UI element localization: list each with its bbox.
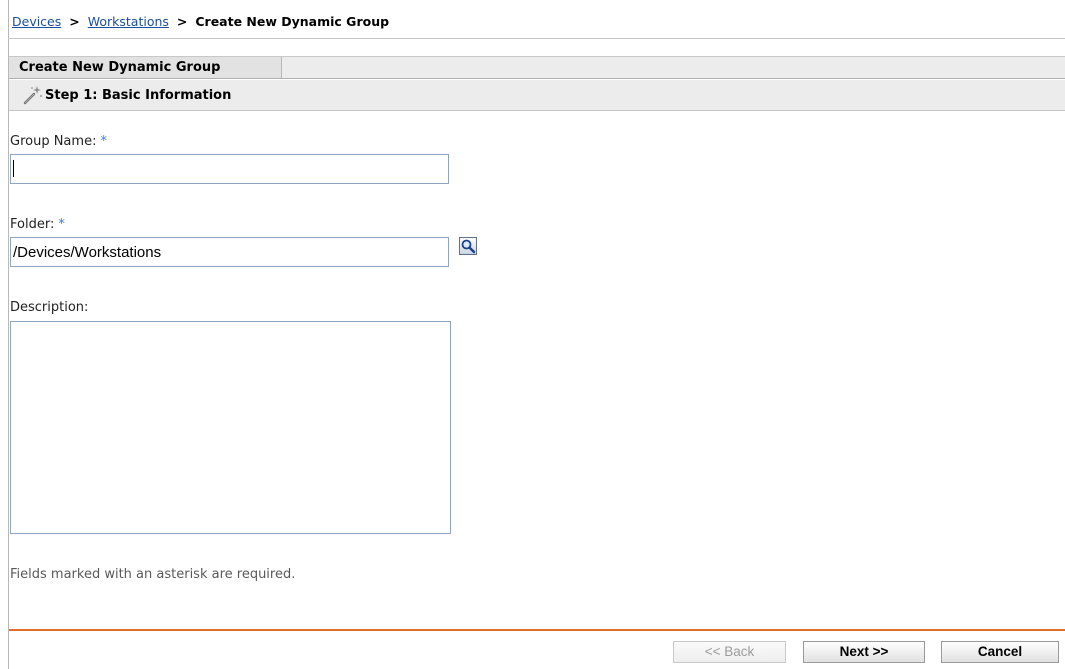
folder-browse-button[interactable] — [459, 237, 477, 255]
group-name-label-text: Group Name: — [10, 134, 97, 149]
breadcrumb: Devices > Workstations > Create New Dyna… — [12, 14, 389, 29]
group-name-label: Group Name: * — [10, 134, 107, 149]
breadcrumb-separator: > — [176, 14, 188, 29]
group-name-input[interactable] — [10, 154, 449, 184]
breadcrumb-link-workstations[interactable]: Workstations — [88, 14, 169, 29]
description-textarea[interactable] — [10, 321, 451, 534]
required-asterisk: * — [100, 134, 107, 149]
folder-input[interactable] — [10, 237, 449, 267]
breadcrumb-link-devices[interactable]: Devices — [12, 14, 61, 29]
description-label: Description: — [10, 300, 89, 315]
folder-label-text: Folder: — [10, 217, 55, 232]
step-header: Step 1: Basic Information — [9, 80, 1065, 111]
breadcrumb-separator: > — [69, 14, 80, 29]
text-caret — [13, 160, 14, 177]
required-fields-note: Fields marked with an asterisk are requi… — [10, 567, 296, 582]
back-button[interactable]: << Back — [673, 641, 786, 663]
step-title: Step 1: Basic Information — [45, 88, 232, 103]
tab-create-new-dynamic-group[interactable]: Create New Dynamic Group — [9, 57, 282, 78]
required-asterisk: * — [58, 217, 65, 232]
footer-divider — [9, 629, 1065, 631]
next-button[interactable]: Next >> — [803, 641, 925, 663]
breadcrumb-current: Create New Dynamic Group — [195, 14, 390, 29]
magnifier-icon — [461, 239, 476, 254]
wand-icon — [23, 86, 42, 105]
header-divider — [8, 38, 1065, 39]
tab-strip-divider — [9, 78, 1065, 79]
folder-label: Folder: * — [10, 217, 65, 232]
tab-strip: Create New Dynamic Group — [9, 56, 1065, 79]
cancel-button[interactable]: Cancel — [941, 641, 1059, 663]
